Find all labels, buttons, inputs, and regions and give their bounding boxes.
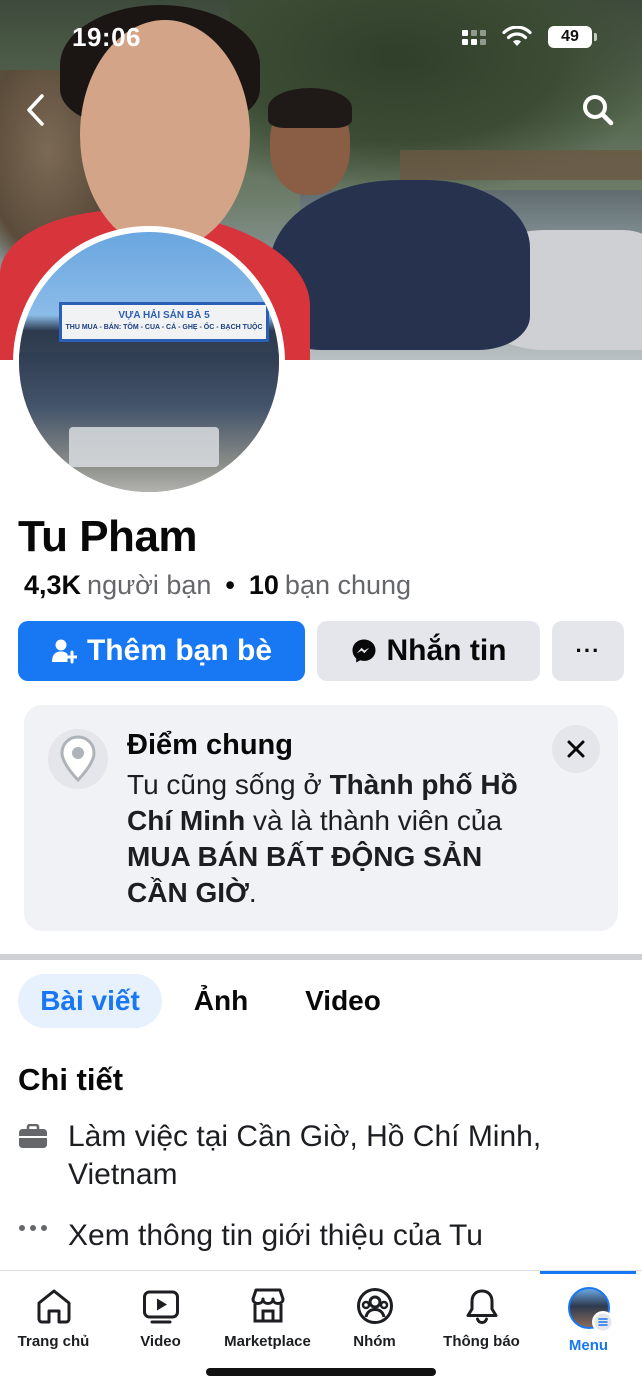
nav-groups[interactable]: Nhóm [321, 1287, 428, 1350]
home-icon [37, 1289, 70, 1324]
avatar-boxes [69, 427, 219, 467]
status-time: 19:06 [72, 22, 141, 52]
profile-picture-image: VỰA HẢI SẢN BÀ 5 THU MUA - BÁN: TÔM - CU… [19, 232, 279, 492]
add-person-icon [51, 639, 77, 664]
close-icon [567, 740, 585, 758]
cover-deck [400, 150, 642, 180]
profile-picture[interactable]: VỰA HẢI SẢN BÀ 5 THU MUA - BÁN: TÔM - CU… [13, 226, 285, 498]
section-divider [0, 954, 642, 960]
nav-notifications[interactable]: Thông báo [428, 1287, 535, 1350]
groups-icon [356, 1288, 393, 1324]
mutual-friends-label[interactable]: bạn chung [285, 570, 411, 601]
friends-count[interactable]: 4,3K [24, 570, 81, 601]
nav-home-label: Trang chủ [17, 1333, 90, 1350]
tab-posts[interactable]: Bài viết [18, 974, 162, 1028]
common-ground-title: Điểm chung [127, 729, 293, 761]
cover-man-hair [268, 88, 352, 128]
nav-marketplace-label: Marketplace [224, 1333, 311, 1350]
nav-menu[interactable]: Menu [535, 1287, 642, 1354]
ellipsis-icon [19, 1225, 47, 1231]
dismiss-card-button[interactable] [552, 725, 600, 773]
avatar-shop-sign: VỰA HẢI SẢN BÀ 5 THU MUA - BÁN: TÔM - CU… [59, 302, 269, 342]
status-icons: 49 [462, 26, 597, 48]
detail-see-about[interactable]: Xem thông tin giới thiệu của Tu [18, 1217, 618, 1255]
wifi-icon [502, 26, 532, 46]
nav-menu-label: Menu [568, 1337, 609, 1354]
briefcase-icon [19, 1124, 47, 1148]
search-icon [583, 95, 614, 126]
message-button[interactable]: Nhắn tin [317, 621, 540, 681]
back-button[interactable] [14, 88, 58, 132]
tab-photos[interactable]: Ảnh [176, 974, 266, 1028]
messenger-icon [352, 639, 375, 663]
battery-indicator: 49 [548, 26, 597, 48]
nav-video[interactable]: Video [107, 1287, 214, 1350]
nav-groups-label: Nhóm [353, 1333, 396, 1350]
add-friend-label: Thêm bạn bè [86, 634, 273, 667]
common-ground-card: Điểm chung Tu cũng sống ở Thành phố Hồ C… [24, 705, 618, 931]
message-label: Nhắn tin [386, 634, 507, 667]
active-tab-indicator [540, 1271, 636, 1274]
menu-hamburger-icon [591, 1311, 614, 1333]
nav-marketplace[interactable]: Marketplace [214, 1287, 321, 1350]
bell-icon [466, 1289, 497, 1325]
search-button[interactable] [576, 88, 620, 132]
chevron-left-icon [27, 94, 44, 126]
nav-home[interactable]: Trang chủ [0, 1287, 107, 1350]
nav-video-label: Video [140, 1333, 181, 1350]
nav-notifications-label: Thông báo [443, 1333, 520, 1350]
detail-workplace: Làm việc tại Cần Giờ, Hồ Chí Minh, Vietn… [18, 1118, 618, 1194]
avatar-sign-title: VỰA HẢI SẢN BÀ 5 [118, 310, 210, 321]
tab-videos[interactable]: Video [286, 974, 400, 1028]
separator-dot: • [225, 570, 235, 600]
home-indicator [206, 1368, 436, 1376]
video-icon [142, 1290, 179, 1324]
more-icon: ··· [575, 638, 601, 663]
add-friend-button[interactable]: Thêm bạn bè [18, 621, 305, 681]
cellular-signal-icon [462, 29, 486, 45]
menu-avatar [567, 1287, 614, 1333]
common-ground-text: Tu cũng sống ở Thành phố Hồ Chí Minh và … [127, 769, 518, 908]
friend-counts: 4,3K người bạn • 10 bạn chung [24, 570, 411, 601]
location-pin-icon [48, 729, 108, 789]
cover-woman-face [80, 20, 250, 250]
profile-name: Tu Pham [18, 512, 198, 561]
see-about-text[interactable]: Xem thông tin giới thiệu của Tu [68, 1217, 483, 1255]
workplace-text: Làm việc tại Cần Giờ, Hồ Chí Minh, Vietn… [68, 1120, 542, 1191]
more-options-button[interactable]: ··· [552, 621, 624, 681]
avatar-sign-subtitle: THU MUA - BÁN: TÔM - CUA - CÁ - GHẸ - ỐC… [65, 324, 263, 331]
marketplace-icon [251, 1288, 284, 1323]
friends-label[interactable]: người bạn [87, 570, 211, 601]
details-heading: Chi tiết [18, 1062, 124, 1097]
avatar-stall [19, 352, 279, 492]
mutual-friends-count[interactable]: 10 [249, 570, 279, 601]
